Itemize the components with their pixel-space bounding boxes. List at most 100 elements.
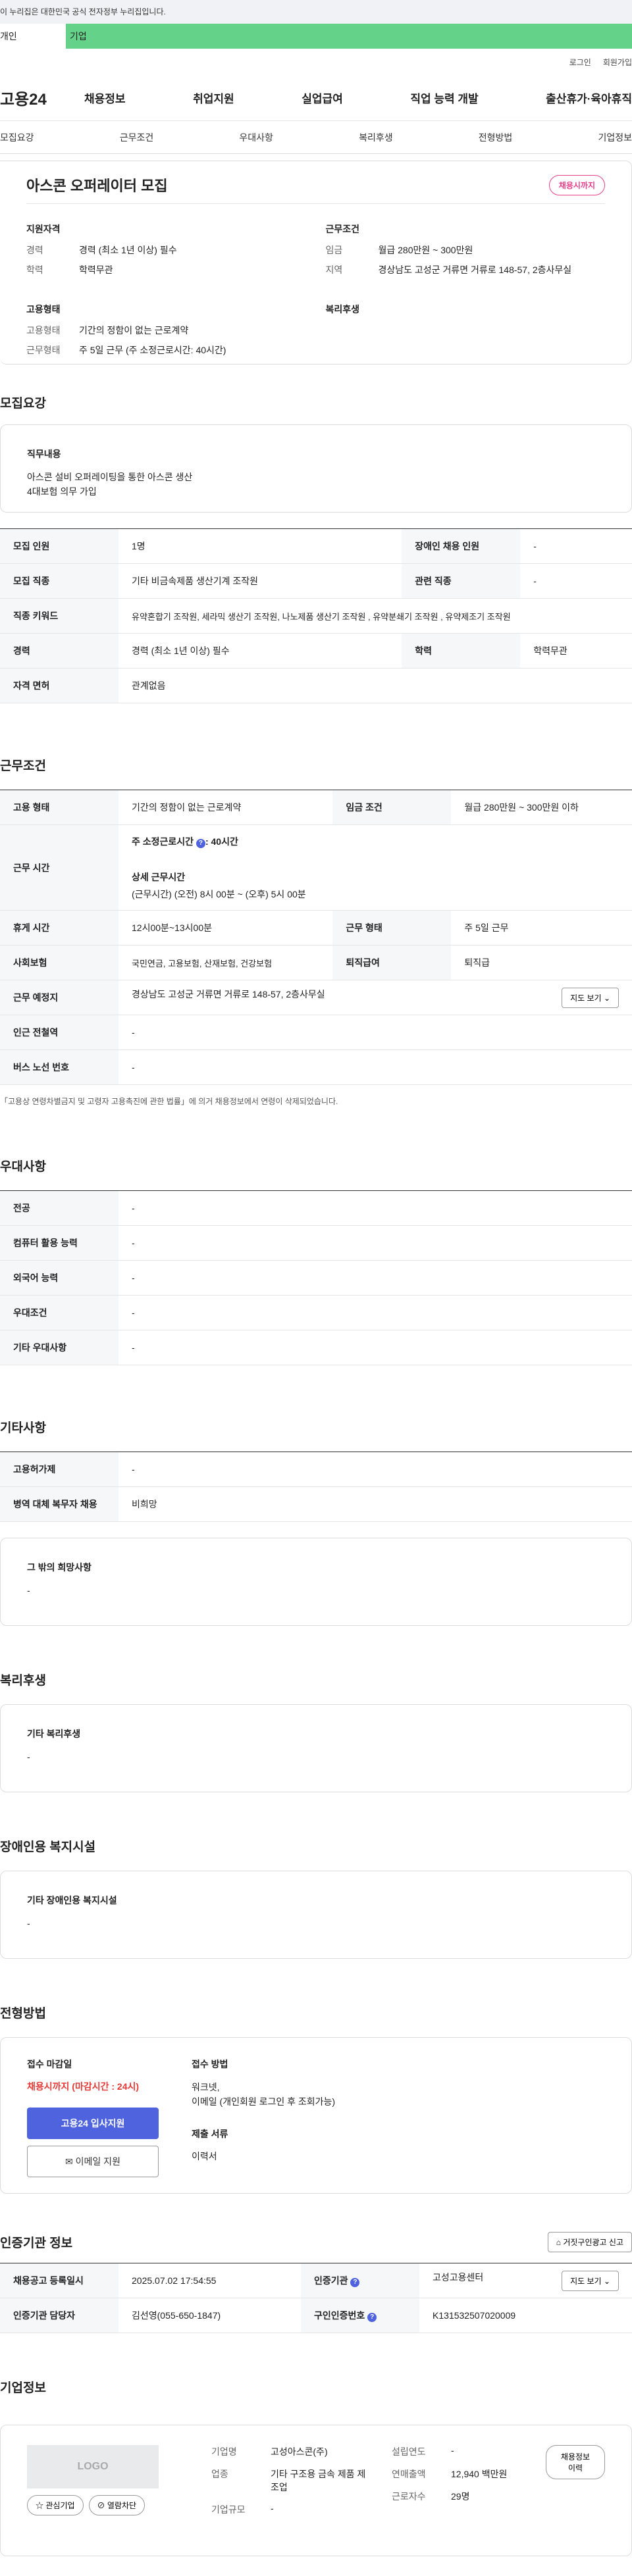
row-value: 경상남도 고성군 거류면 거류로 148-57, 2층사무실 지도 보기 ⌄ [118, 980, 632, 1015]
kv-label: 고용형태 [26, 325, 61, 336]
gnb-item-support[interactable]: 취업지원 [193, 89, 234, 106]
subnav-welfare[interactable]: 복리후생 [359, 131, 393, 144]
row-label: 장애인 채용 인원 [402, 528, 521, 564]
cert-title: 인증기관 정보 [0, 2236, 73, 2250]
login-link[interactable]: 로그인 [569, 57, 591, 68]
table-row: 자격 면허 관계없음 [0, 668, 632, 703]
subnav-recruit[interactable]: 모집요강 [0, 131, 34, 144]
user-type-tabs: 개인 기업 [0, 24, 632, 49]
table-row: 근무 예정지 경상남도 고성군 거류면 거류로 148-57, 2층사무실 지도 … [0, 980, 632, 1015]
kv-label: 업종 [211, 2469, 228, 2479]
report-button[interactable]: ⌂ 거짓구인광고 신고 [547, 2232, 632, 2252]
map-button[interactable]: 지도 보기 ⌄ [562, 987, 619, 1008]
kv-label: 근로자수 [392, 2491, 426, 2502]
row-value: 12시00분~13시00분 [118, 910, 333, 946]
apply-button[interactable]: 고용24 입사지원 [27, 2108, 159, 2139]
preference-section: 우대사항 전공 - 컴퓨터 활용 능력 - 외국어 능력 - 우대조건 - 기타 우대사… [0, 1157, 632, 1365]
gnb-menu: 채용정보 취업지원 실업급여 직업 능력 개발 출산휴가·육아휴직 [84, 89, 632, 106]
row-value: K131532507020009 [419, 2298, 632, 2333]
gnb-item-leave[interactable]: 출산휴가·육아휴직 [546, 89, 632, 106]
subnav-preference[interactable]: 우대사항 [239, 131, 273, 144]
apply-left: 접수 마감일 채용시까지 (마감시간 : 24시) 고용24 입사지원 ✉ 이메… [27, 2058, 159, 2177]
signup-link[interactable]: 회원가입 [603, 57, 632, 68]
email-apply-label: 이메일 지원 [75, 2156, 120, 2167]
kv-label: 연매출액 [392, 2469, 426, 2479]
welfare-box-heading: 기타 복리후생 [27, 1729, 81, 1739]
row-label: 학력 [402, 633, 521, 669]
kv-value: 월급 280만원 ~ 300만원 [378, 245, 473, 255]
duty-heading: 직무내용 [27, 449, 61, 459]
kv-value: 경상남도 고성군 거류면 거류로 148-57, 2층사무실 [378, 265, 572, 275]
row-label: 근무 예정지 [0, 980, 118, 1015]
welfare-section: 복리후생 기타 복리후생 - [0, 1671, 632, 1792]
tabbar-fill [132, 24, 632, 49]
info-icon[interactable]: ? [350, 2278, 360, 2287]
row-value: - [118, 1015, 632, 1050]
table-row: 전공 - [0, 1190, 632, 1226]
row-value: 퇴직급 [451, 945, 632, 980]
company-section: 기업정보 LOGO ☆ 관심기업 ⊘ 열람차단 기업명 고성아스콘(주) 업종 기타… [0, 2378, 632, 2556]
history-button[interactable]: 채용정보 이력 [546, 2445, 605, 2479]
age-note: 「고용상 연령차별금지 및 고령자 고용촉진에 관한 법률」에 의거 채용정보에… [0, 1097, 338, 1106]
row-value: 관계없음 [118, 668, 632, 703]
hours-main-label: 주 소정근로시간 [132, 836, 194, 847]
company-title: 기업정보 [0, 2381, 46, 2395]
kv-label: 경력 [26, 245, 43, 255]
disabled-title: 장애인용 복지시설 [0, 1840, 96, 1854]
row-label: 퇴직급여 [332, 945, 452, 980]
apply-box: 접수 마감일 채용시까지 (마감시간 : 24시) 고용24 입사지원 ✉ 이메… [0, 2037, 632, 2194]
gov-banner: 이 누리집은 대한민국 공식 전자정부 누리집입니다. [0, 0, 632, 24]
company-box: LOGO ☆ 관심기업 ⊘ 열람차단 기업명 고성아스콘(주) 업종 기타 구조용 … [0, 2425, 632, 2556]
deadline-badge: 채용시까지 [548, 174, 605, 195]
row-label: 고용허가제 [0, 1452, 118, 1487]
email-apply-button[interactable]: ✉ 이메일 지원 [27, 2146, 159, 2177]
wish-value: - [27, 1585, 30, 1596]
welfare-heading: 복리후생 [325, 304, 360, 315]
mail-icon: ✉ [65, 2156, 73, 2167]
gnb-item-benefit[interactable]: 실업급여 [302, 89, 343, 106]
favorite-button[interactable]: ☆ 관심기업 [27, 2495, 84, 2515]
work-section: 근무조건 고용 형태 기간의 정함이 없는 근로계약 임금 조건 월급 280만원 … [0, 756, 632, 1107]
recruit-title: 모집요강 [0, 397, 46, 411]
company-col-1: 기업명 고성아스콘(주) 업종 기타 구조용 금속 제품 제조업 기업규모 - [211, 2445, 369, 2536]
disabled-box-value: - [27, 1918, 30, 1929]
info-icon[interactable]: ? [196, 838, 205, 848]
table-row: 고용허가제 - [0, 1452, 632, 1487]
row-value: - [118, 1260, 632, 1296]
etc-section: 기타사항 고용허가제 - 병역 대체 복무자 채용 비희망 그 밖의 희망사항 - [0, 1418, 632, 1626]
row-label: 근무 시간 [0, 824, 118, 911]
row-label: 병역 대체 복무자 채용 [0, 1486, 118, 1522]
row-value: 주 소정근로시간 ?: 40시간 상세 근무시간 (근무시간) (오전) 8시 … [118, 824, 632, 911]
block-button[interactable]: ⊘ 열람차단 [88, 2495, 145, 2515]
row-value: - [118, 1330, 632, 1365]
row-value: 국민연금, 고용보험, 산재보험, 건강보험 [118, 945, 333, 980]
wish-heading: 그 밖의 희망사항 [27, 1562, 92, 1573]
cert-map-label: 지도 보기 [570, 2276, 602, 2286]
job-summary-card: 아스콘 오퍼레이터 모집 채용시까지 지원자격 경력 경력 (최소 1년 이상) … [0, 161, 632, 365]
recruit-section: 모집요강 직무내용 아스콘 설비 오퍼레이팅을 통한 아스콘 생산 4대보험 의… [0, 393, 632, 703]
site-logo[interactable]: 고용24 [0, 86, 84, 109]
cert-map-button[interactable]: 지도 보기 ⌄ [562, 2270, 619, 2291]
company-logo-area: LOGO ☆ 관심기업 ⊘ 열람차단 [27, 2445, 159, 2536]
table-row: 외국어 능력 - [0, 1260, 632, 1296]
tab-personal[interactable]: 개인 [0, 24, 66, 49]
subnav-company[interactable]: 기업정보 [598, 131, 632, 144]
tab-company[interactable]: 기업 [66, 24, 132, 49]
star-icon: ☆ [36, 2501, 44, 2510]
table-row: 근무 시간 주 소정근로시간 ?: 40시간 상세 근무시간 (근무시간) (오… [0, 824, 632, 911]
gnb-item-jobs[interactable]: 채용정보 [84, 89, 126, 106]
info-icon[interactable]: ? [367, 2313, 377, 2322]
gnb-item-training[interactable]: 직업 능력 개발 [410, 89, 478, 106]
table-row: 직종 키워드 유약혼합기 조작원, 세라믹 생산기 조작원, 나노제품 생산기 조… [0, 598, 632, 634]
company-logo: LOGO [27, 2445, 159, 2488]
subnav-selection[interactable]: 전형방법 [479, 131, 513, 144]
row-label: 임금 조건 [332, 790, 452, 825]
row-label: 관련 직종 [402, 563, 521, 599]
work-table: 고용 형태 기간의 정함이 없는 근로계약 임금 조건 월급 280만원 ~ 300… [0, 790, 632, 1085]
apply-title: 전형방법 [0, 2007, 46, 2021]
main-nav: 고용24 채용정보 취업지원 실업급여 직업 능력 개발 출산휴가·육아휴직 [0, 75, 632, 121]
work-title: 근무조건 [0, 759, 46, 773]
kv-value: 고성아스콘(주) [271, 2446, 328, 2457]
subnav-conditions[interactable]: 근무조건 [120, 131, 154, 144]
table-row: 병역 대체 복무자 채용 비희망 [0, 1486, 632, 1522]
